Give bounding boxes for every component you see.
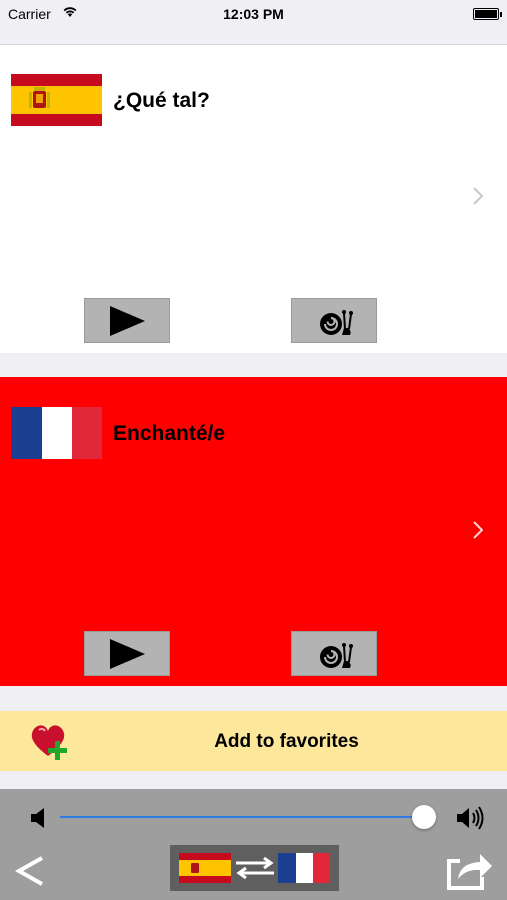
add-to-favorites-button[interactable]: Add to favorites bbox=[0, 711, 507, 771]
france-flag-icon bbox=[278, 853, 330, 883]
snail-icon bbox=[318, 309, 353, 335]
volume-low-icon bbox=[31, 808, 44, 828]
status-bar: Carrier 12:03 PM bbox=[0, 0, 507, 28]
play-icon bbox=[110, 305, 145, 336]
slow-play-button[interactable] bbox=[291, 298, 377, 343]
play-button[interactable] bbox=[84, 298, 170, 343]
target-phrase-text: Enchanté/e bbox=[113, 422, 226, 445]
bottom-toolbar bbox=[0, 789, 507, 900]
volume-slider-track[interactable] bbox=[60, 816, 425, 818]
back-chevron-icon[interactable] bbox=[14, 855, 46, 887]
france-flag-icon bbox=[11, 407, 102, 459]
chevron-right-icon[interactable] bbox=[473, 185, 484, 211]
share-icon[interactable] bbox=[446, 849, 494, 891]
volume-slider-thumb[interactable] bbox=[412, 805, 436, 829]
target-phrase-card[interactable]: Enchanté/e bbox=[0, 377, 507, 686]
volume-high-icon bbox=[457, 806, 484, 830]
chevron-right-icon[interactable] bbox=[473, 519, 484, 545]
swap-languages-icon bbox=[236, 856, 274, 880]
spain-flag-icon bbox=[179, 853, 231, 883]
spain-flag-icon bbox=[11, 74, 102, 126]
snail-icon bbox=[318, 642, 353, 668]
add-to-favorites-label: Add to favorites bbox=[214, 731, 359, 752]
battery-icon bbox=[473, 8, 502, 20]
source-phrase-card[interactable]: ¿Qué tal? bbox=[0, 44, 507, 353]
swap-languages-button[interactable] bbox=[170, 845, 339, 891]
play-button[interactable] bbox=[84, 631, 170, 676]
play-icon bbox=[110, 638, 145, 669]
source-phrase-text: ¿Qué tal? bbox=[113, 89, 210, 112]
slow-play-button[interactable] bbox=[291, 631, 377, 676]
clock: 12:03 PM bbox=[223, 6, 284, 22]
